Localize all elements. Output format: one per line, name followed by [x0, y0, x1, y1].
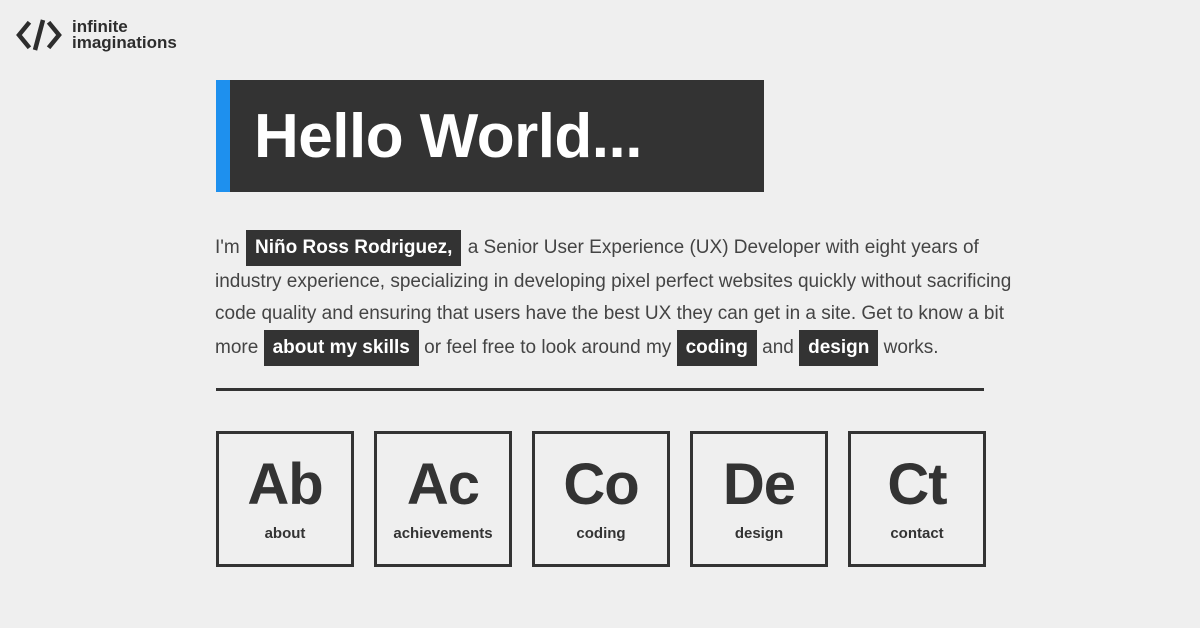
brand-line-2: imaginations — [72, 33, 177, 52]
brand-name: infinite imaginations — [72, 18, 177, 52]
code-brackets-icon — [16, 16, 62, 54]
nav-tiles: Ab about Ac achievements Co coding De de… — [216, 431, 986, 567]
intro-text-more: more — [215, 337, 259, 359]
intro-line-4: more about my skills or feel free to loo… — [215, 330, 990, 366]
tile-symbol: De — [722, 451, 796, 517]
tile-design[interactable]: De design — [690, 431, 828, 567]
coding-link[interactable]: coding — [676, 330, 757, 366]
intro-text-works: works. — [883, 337, 939, 359]
about-skills-link[interactable]: about my skills — [263, 330, 419, 366]
tile-about[interactable]: Ab about — [216, 431, 354, 567]
tile-symbol: Ab — [247, 451, 323, 517]
tile-label: coding — [576, 524, 626, 542]
intro-line-1: I'm Niño Ross Rodriguez, a Senior User E… — [215, 230, 990, 266]
tile-symbol: Ct — [887, 451, 947, 517]
tile-symbol: Co — [563, 451, 639, 517]
section-divider — [216, 388, 984, 391]
intro-text-or: or feel free to look around my — [424, 337, 672, 359]
hero-banner: Hello World... — [216, 80, 764, 192]
intro-text-line2: industry experience, specializing in dev… — [215, 271, 1012, 292]
intro-line-3: code quality and ensuring that users hav… — [215, 298, 1004, 330]
tile-coding[interactable]: Co coding — [532, 431, 670, 567]
design-link[interactable]: design — [799, 330, 879, 366]
tile-label: design — [734, 524, 784, 542]
intro-line-2: industry experience, specializing in dev… — [215, 266, 1011, 298]
name-highlight: Niño Ross Rodriguez, — [246, 230, 462, 266]
tile-label: achievements — [393, 524, 493, 542]
brand-logo[interactable]: infinite imaginations — [16, 16, 177, 54]
tile-achievements[interactable]: Ac achievements — [374, 431, 512, 567]
tile-label: contact — [890, 524, 944, 542]
tile-symbol: Ac — [406, 451, 480, 517]
tile-contact[interactable]: Ct contact — [848, 431, 986, 567]
tile-label: about — [264, 524, 306, 542]
hero-title: Hello World... — [254, 101, 642, 171]
intro-paragraph: I'm Niño Ross Rodriguez, a Senior User E… — [215, 230, 1011, 366]
intro-text-line1: a Senior User Experience (UX) Developer … — [467, 237, 979, 259]
intro-text-line3: code quality and ensuring that users hav… — [215, 303, 1004, 324]
intro-text-and: and — [762, 337, 794, 359]
intro-text-im: I'm — [215, 237, 240, 259]
